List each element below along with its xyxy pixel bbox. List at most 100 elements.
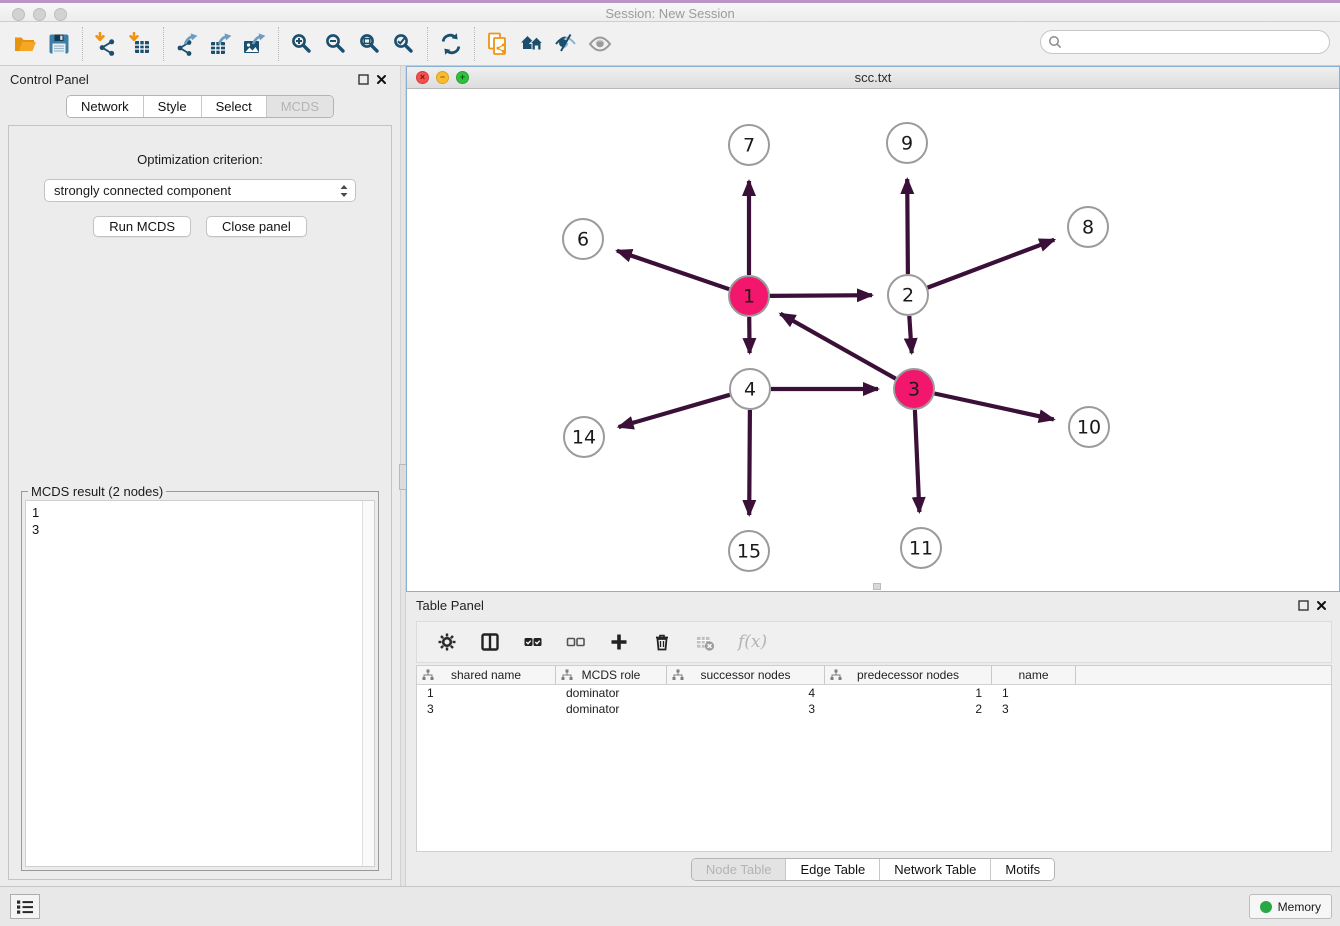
close-table-panel-icon[interactable] <box>1312 597 1330 615</box>
status-bar: Memory <box>0 886 1340 926</box>
table-row-2[interactable]: 3dominator323 <box>417 701 1331 717</box>
node-7[interactable]: 7 <box>729 125 769 165</box>
cell-shared-name[interactable]: 3 <box>417 701 556 717</box>
select-all-icon[interactable] <box>523 632 543 652</box>
main-toolbar <box>0 22 1340 66</box>
result-scrollbar[interactable] <box>362 501 374 866</box>
save-session-icon[interactable] <box>42 27 76 61</box>
cell-successor-nodes[interactable]: 4 <box>667 685 825 701</box>
edge-4-14[interactable] <box>619 395 730 427</box>
add-column-icon[interactable] <box>609 632 629 652</box>
cell-successor-nodes[interactable]: 3 <box>667 701 825 717</box>
refresh-layout-icon[interactable] <box>434 27 468 61</box>
edge-4-15[interactable] <box>749 410 750 515</box>
node-3[interactable]: 3 <box>894 369 934 409</box>
import-table-icon[interactable] <box>123 27 157 61</box>
zoom-selected-icon[interactable] <box>387 27 421 61</box>
hide-selected-icon[interactable] <box>549 27 583 61</box>
table-row-1[interactable]: 1dominator411 <box>417 685 1331 701</box>
zoom-in-icon[interactable] <box>285 27 319 61</box>
edge-3-1[interactable] <box>780 314 895 379</box>
deselect-all-icon[interactable] <box>566 632 586 652</box>
toolbar-separator <box>427 27 428 61</box>
clone-network-icon[interactable] <box>481 27 515 61</box>
zoom-fit-icon[interactable] <box>353 27 387 61</box>
network-close-icon[interactable]: × <box>416 71 429 84</box>
export-table-icon[interactable] <box>204 27 238 61</box>
tab-mcds[interactable]: MCDS <box>266 96 333 117</box>
tab-style[interactable]: Style <box>143 96 201 117</box>
column-header-predecessor-nodes[interactable]: predecessor nodes <box>825 666 992 684</box>
cell-shared-name[interactable]: 1 <box>417 685 556 701</box>
node-8[interactable]: 8 <box>1068 207 1108 247</box>
edge-1-6[interactable] <box>617 251 729 290</box>
node-2[interactable]: 2 <box>888 275 928 315</box>
column-visibility-icon[interactable] <box>480 632 500 652</box>
criterion-dropdown[interactable]: strongly connected component <box>44 179 356 202</box>
edge-3-10[interactable] <box>935 394 1054 420</box>
network-window-titlebar[interactable]: × − + scc.txt <box>407 67 1339 89</box>
open-session-icon[interactable] <box>8 27 42 61</box>
svg-text:15: 15 <box>737 541 761 563</box>
float-table-panel-icon[interactable] <box>1294 597 1312 615</box>
go-home-icon[interactable] <box>515 27 549 61</box>
network-resize-grip[interactable] <box>873 583 881 590</box>
edge-2-3[interactable] <box>909 316 911 353</box>
column-header-mcds-role[interactable]: MCDS role <box>556 666 667 684</box>
export-network-icon[interactable] <box>170 27 204 61</box>
tab-node-table[interactable]: Node Table <box>692 859 786 880</box>
edge-1-2[interactable] <box>770 295 872 296</box>
edge-2-8[interactable] <box>928 240 1055 288</box>
function-builder-icon: f(x) <box>738 632 767 652</box>
import-network-icon[interactable] <box>89 27 123 61</box>
zoom-out-icon[interactable] <box>319 27 353 61</box>
close-panel-button[interactable]: Close panel <box>206 216 307 237</box>
cell-mcds-role[interactable]: dominator <box>556 685 667 701</box>
svg-text:2: 2 <box>902 285 914 307</box>
network-canvas[interactable]: 7 9 6 8 1 2 4 3 14 10 15 11 <box>407 89 1339 591</box>
show-all-icon[interactable] <box>583 27 617 61</box>
node-4[interactable]: 4 <box>730 369 770 409</box>
control-panel-tabs: NetworkStyleSelectMCDS <box>66 95 334 118</box>
cell-predecessor-nodes[interactable]: 1 <box>825 685 992 701</box>
delete-column-icon[interactable] <box>652 632 672 652</box>
search-box[interactable] <box>1040 30 1330 54</box>
tab-network[interactable]: Network <box>67 96 143 117</box>
node-6[interactable]: 6 <box>563 219 603 259</box>
mcds-result-text[interactable]: 1 3 <box>26 501 362 866</box>
column-header-shared-name[interactable]: shared name <box>417 666 556 684</box>
column-header-successor-nodes[interactable]: successor nodes <box>667 666 825 684</box>
export-image-icon[interactable] <box>238 27 272 61</box>
float-panel-icon[interactable] <box>354 71 372 89</box>
node-14[interactable]: 14 <box>564 417 604 457</box>
network-maximize-icon[interactable]: + <box>456 71 469 84</box>
tab-edge-table[interactable]: Edge Table <box>785 859 879 880</box>
cell-predecessor-nodes[interactable]: 2 <box>825 701 992 717</box>
column-header-name[interactable]: name <box>992 666 1076 684</box>
run-mcds-button[interactable]: Run MCDS <box>93 216 191 237</box>
svg-text:11: 11 <box>909 538 933 560</box>
search-input[interactable] <box>1063 32 1329 52</box>
svg-text:8: 8 <box>1082 217 1094 239</box>
edge-3-11[interactable] <box>915 410 920 512</box>
cell-mcds-role[interactable]: dominator <box>556 701 667 717</box>
edge-2-9[interactable] <box>907 179 908 274</box>
table-settings-icon[interactable] <box>437 632 457 652</box>
show-panels-button[interactable] <box>10 894 40 919</box>
node-15[interactable]: 15 <box>729 531 769 571</box>
memory-button[interactable]: Memory <box>1249 894 1332 919</box>
cell-name[interactable]: 3 <box>992 701 1076 717</box>
node-10[interactable]: 10 <box>1069 407 1109 447</box>
close-panel-icon[interactable] <box>372 71 390 89</box>
toolbar-separator <box>278 27 279 61</box>
node-1[interactable]: 1 <box>729 276 769 316</box>
tab-select[interactable]: Select <box>201 96 266 117</box>
mcds-panel-body: Optimization criterion: strongly connect… <box>8 125 392 880</box>
node-9[interactable]: 9 <box>887 123 927 163</box>
network-minimize-icon[interactable]: − <box>436 71 449 84</box>
tab-network-table[interactable]: Network Table <box>879 859 990 880</box>
svg-text:14: 14 <box>572 427 596 449</box>
tab-motifs[interactable]: Motifs <box>990 859 1054 880</box>
cell-name[interactable]: 1 <box>992 685 1076 701</box>
node-11[interactable]: 11 <box>901 528 941 568</box>
